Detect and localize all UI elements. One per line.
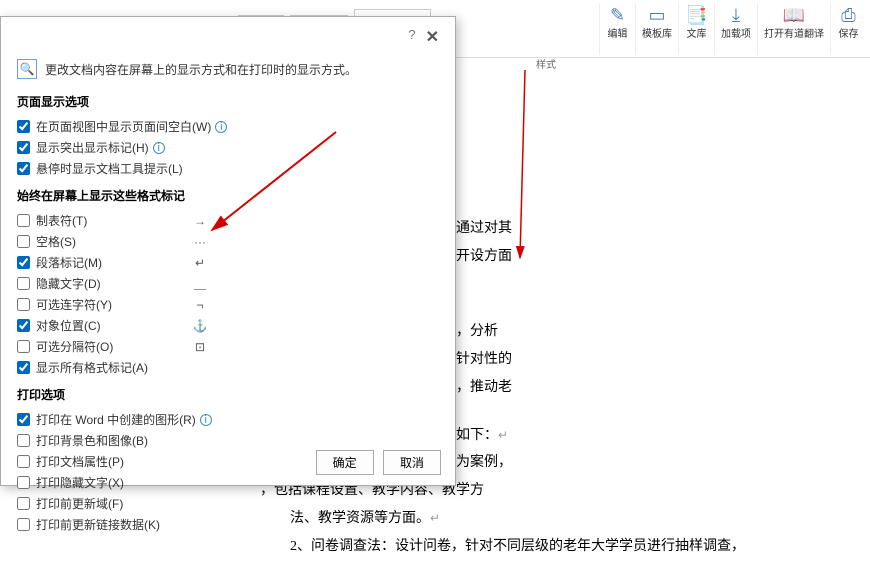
- print-option: 打印隐藏文字(X): [17, 472, 439, 493]
- dialog-description: 🔍 更改文档内容在屏幕上的显示方式和在打印时的显示方式。: [17, 59, 439, 79]
- print-checkbox[interactable]: [17, 476, 30, 489]
- page-display-checkbox[interactable]: [17, 141, 30, 154]
- format-mark-option: 可选连字符(Y) ¬: [17, 294, 439, 315]
- dialog-buttons: 确定 取消: [310, 450, 441, 475]
- page-display-checkbox[interactable]: [17, 162, 30, 175]
- format-mark-label: 可选分隔符(O): [36, 338, 113, 355]
- print-label: 打印文档属性(P): [36, 453, 124, 470]
- page-display-label: 在页面视图中显示页面间空白(W): [36, 118, 211, 135]
- print-checkbox[interactable]: [17, 497, 30, 510]
- print-option: 打印背景色和图像(B): [17, 430, 439, 451]
- page-display-option: 在页面视图中显示页面间空白(W) i: [17, 116, 439, 137]
- addin-icon: ⤓: [732, 5, 740, 27]
- format-symbol-icon: ⸏: [191, 275, 209, 292]
- format-mark-option: 制表符(T) →: [17, 210, 439, 231]
- format-mark-label: 显示所有格式标记(A): [36, 359, 148, 376]
- print-checkbox[interactable]: [17, 455, 30, 468]
- section-format-marks: 始终在屏幕上显示这些格式标记: [17, 187, 439, 204]
- format-symbol-icon: ↵: [191, 256, 209, 270]
- close-icon[interactable]: ✕: [426, 27, 439, 47]
- print-option: 打印前更新域(F): [17, 493, 439, 514]
- print-label: 打印隐藏文字(X): [36, 474, 124, 491]
- print-option: 打印前更新链接数据(K): [17, 514, 439, 535]
- format-mark-option: 隐藏文字(D) ⸏: [17, 273, 439, 294]
- print-checkbox[interactable]: [17, 434, 30, 447]
- format-mark-label: 空格(S): [36, 233, 76, 250]
- format-symbol-icon: ¬: [191, 298, 209, 312]
- print-label: 打印在 Word 中创建的图形(R): [36, 411, 196, 428]
- print-label: 打印背景色和图像(B): [36, 432, 148, 449]
- section-page-display: 页面显示选项: [17, 93, 439, 110]
- format-symbol-icon: ⊡: [191, 340, 209, 354]
- translate-button[interactable]: 📖打开有道翻译: [757, 3, 830, 55]
- addins-button[interactable]: ⤓加载项: [714, 3, 757, 55]
- template-icon: ▭: [648, 5, 665, 27]
- format-mark-checkbox[interactable]: [17, 340, 30, 353]
- format-mark-option: 可选分隔符(O) ⊡: [17, 336, 439, 357]
- format-mark-checkbox[interactable]: [17, 361, 30, 374]
- info-icon[interactable]: i: [153, 142, 165, 154]
- print-option: 打印在 Word 中创建的图形(R) i: [17, 409, 439, 430]
- format-mark-checkbox[interactable]: [17, 214, 30, 227]
- format-symbol-icon: ⚓: [191, 319, 209, 333]
- display-options-icon: 🔍: [17, 59, 37, 79]
- display-options-dialog: ? ✕ 🔍 更改文档内容在屏幕上的显示方式和在打印时的显示方式。 页面显示选项 …: [0, 16, 456, 486]
- format-mark-checkbox[interactable]: [17, 319, 30, 332]
- format-mark-label: 可选连字符(Y): [36, 296, 112, 313]
- doc-lib-button[interactable]: 📑文库: [678, 3, 714, 55]
- style-group-label: 样式: [536, 56, 556, 71]
- info-icon[interactable]: i: [200, 414, 212, 426]
- page-display-checkbox[interactable]: [17, 120, 30, 133]
- print-checkbox[interactable]: [17, 413, 30, 426]
- print-checkbox[interactable]: [17, 518, 30, 531]
- format-mark-option: 段落标记(M) ↵: [17, 252, 439, 273]
- print-label: 打印前更新域(F): [36, 495, 123, 512]
- format-mark-checkbox[interactable]: [17, 256, 30, 269]
- format-mark-checkbox[interactable]: [17, 277, 30, 290]
- format-mark-option: 显示所有格式标记(A): [17, 357, 439, 378]
- page-display-label: 显示突出显示标记(H): [36, 139, 149, 156]
- format-mark-label: 制表符(T): [36, 212, 87, 229]
- edit-button[interactable]: ✎编辑: [599, 3, 635, 55]
- format-mark-option: 空格(S) ···: [17, 231, 439, 252]
- format-mark-label: 隐藏文字(D): [36, 275, 101, 292]
- ok-button[interactable]: 确定: [316, 450, 374, 475]
- format-mark-checkbox[interactable]: [17, 235, 30, 248]
- page-display-option: 显示突出显示标记(H) i: [17, 137, 439, 158]
- dialog-header: ? ✕: [17, 27, 439, 47]
- save-icon: ⎙: [841, 5, 855, 27]
- page-display-option: 悬停时显示文档工具提示(L): [17, 158, 439, 179]
- library-icon: 📑: [685, 5, 707, 27]
- pencil-icon: ✎: [610, 5, 625, 27]
- save-button[interactable]: ⎙保存: [830, 3, 866, 55]
- format-mark-label: 对象位置(C): [36, 317, 101, 334]
- format-mark-checkbox[interactable]: [17, 298, 30, 311]
- format-symbol-icon: →: [191, 214, 209, 228]
- help-icon[interactable]: ?: [408, 27, 415, 42]
- section-print-options: 打印选项: [17, 386, 439, 403]
- format-mark-option: 对象位置(C) ⚓: [17, 315, 439, 336]
- ribbon-right-buttons: ✎编辑 ▭模板库 📑文库 ⤓加载项 📖打开有道翻译 ⎙保存: [599, 3, 866, 55]
- cancel-button[interactable]: 取消: [383, 450, 441, 475]
- doc-para: 2、问卷调查法：设计问卷，针对不同层级的老年大学学员进行抽样调查，: [290, 535, 860, 559]
- format-mark-label: 段落标记(M): [36, 254, 102, 271]
- template-lib-button[interactable]: ▭模板库: [635, 3, 678, 55]
- translate-icon: 📖: [783, 5, 805, 27]
- print-label: 打印前更新链接数据(K): [36, 516, 160, 533]
- info-icon[interactable]: i: [215, 121, 227, 133]
- format-symbol-icon: ···: [191, 235, 209, 249]
- page-display-label: 悬停时显示文档工具提示(L): [36, 160, 183, 177]
